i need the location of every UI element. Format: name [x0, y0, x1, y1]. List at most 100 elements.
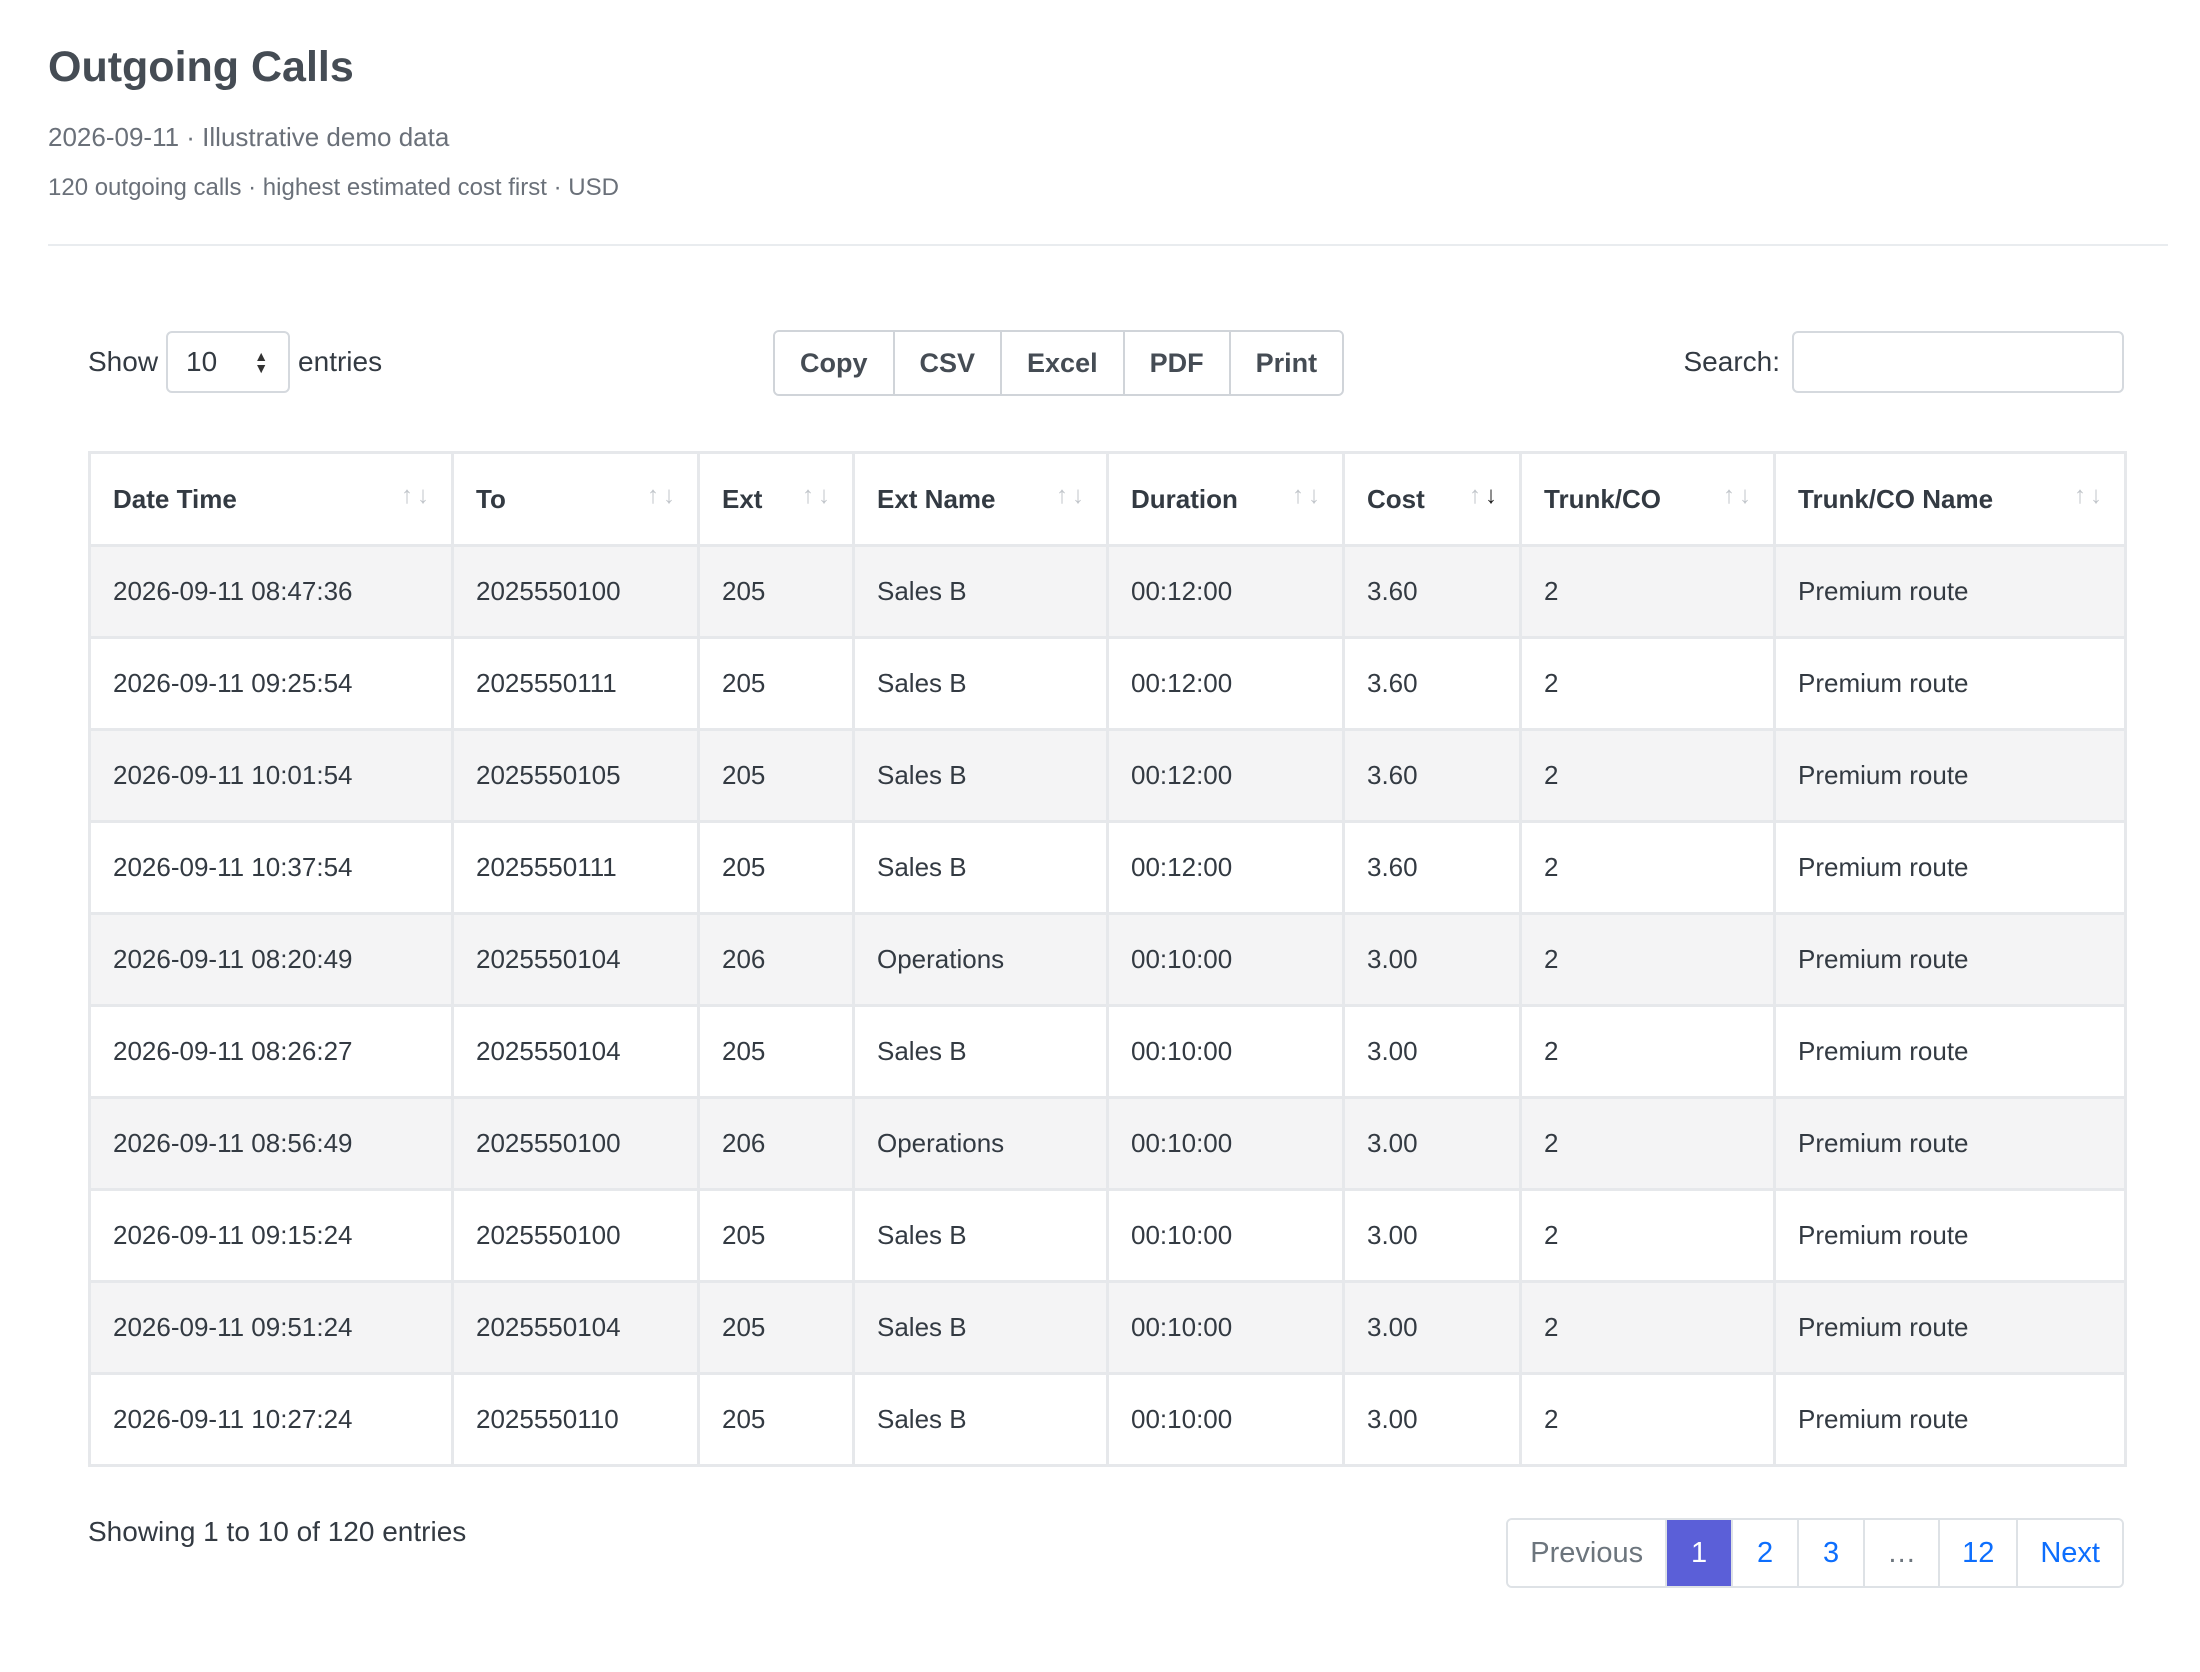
table-row[interactable]: 2026-09-11 08:47:36 2025550100 205 Sales B0… [88, 544, 2127, 639]
cell-ext-name: Sales B [852, 820, 1109, 915]
page-subtitle: 2026-09-11 · Illustrative demo data [48, 122, 450, 152]
excel-button[interactable]: Excel [1002, 332, 1125, 394]
cell-to: 2025550100 [451, 1096, 700, 1191]
page-button-3[interactable]: 3 [1799, 1520, 1866, 1586]
cell-ext: 205 [697, 728, 855, 823]
cell-to: 2025550111 [451, 636, 700, 731]
cell-date-time: 2026-09-11 08:26:27 [88, 1004, 454, 1099]
cell-date-time: 2026-09-11 09:25:54 [88, 636, 454, 731]
column-header-ext-name[interactable]: Ext Name ↑↓ [852, 451, 1109, 547]
copy-button[interactable]: Copy [775, 332, 895, 394]
column-header-trunk-co[interactable]: Trunk/CO ↑↓ [1519, 451, 1776, 547]
cell-trunk-co: 2 [1519, 1372, 1776, 1467]
table-body: 2026-09-11 08:47:36 2025550100 205 Sales B0… [88, 544, 2127, 1467]
cell-trunk-co-name: Premium route [1773, 1372, 2127, 1467]
cell-trunk-co-name: Premium route [1773, 912, 2127, 1007]
sort-desc-icon: ↑↓ [1469, 482, 1501, 509]
cell-trunk-co-name: Premium route [1773, 728, 2127, 823]
cell-ext: 205 [697, 1372, 855, 1467]
cell-trunk-co-name: Premium route [1773, 636, 2127, 731]
cell-date-time: 2026-09-11 09:15:24 [88, 1188, 454, 1283]
cell-date-time: 2026-09-11 09:51:24 [88, 1280, 454, 1375]
cell-to: 2025550104 [451, 1004, 700, 1099]
cell-to: 2025550111 [451, 820, 700, 915]
search-input[interactable] [1792, 331, 2124, 393]
page-button-1[interactable]: 1 [1667, 1520, 1734, 1586]
cell-ext-name: Sales B [852, 1004, 1109, 1099]
export-button-group: Copy CSV Excel PDF Print [773, 330, 1345, 396]
cell-duration: 00:10:00 [1106, 1280, 1345, 1375]
table-row[interactable]: 2026-09-11 10:27:24 2025550110 205 Sales B0… [88, 1372, 2127, 1467]
cell-ext: 206 [697, 1096, 855, 1191]
sort-icon: ↑↓ [647, 482, 679, 509]
sort-icon: ↑↓ [802, 482, 834, 509]
table-row[interactable]: 2026-09-11 08:20:49 2025550104 206 Operatio… [88, 912, 2127, 1007]
page-length-control: Show 10 ▲ ▼ entries [88, 330, 382, 394]
page-button-2[interactable]: 2 [1733, 1520, 1800, 1586]
cell-date-time: 2026-09-11 08:56:49 [88, 1096, 454, 1191]
table-row[interactable]: 2026-09-11 09:25:54 2025550111 205 Sales B0… [88, 636, 2127, 731]
cell-cost: 3.00 [1342, 1280, 1522, 1375]
cell-trunk-co-name: Premium route [1773, 544, 2127, 639]
page-length-select[interactable]: 10 ▲ ▼ [166, 331, 291, 393]
cell-trunk-co: 2 [1519, 912, 1776, 1007]
cell-ext: 205 [697, 544, 855, 639]
cell-duration: 00:12:00 [1106, 728, 1345, 823]
cell-cost: 3.60 [1342, 636, 1522, 731]
cell-cost: 3.00 [1342, 1188, 1522, 1283]
select-updown-icon: ▲ ▼ [254, 348, 269, 376]
sort-icon: ↑↓ [2074, 482, 2106, 509]
page-ellipsis: … [1865, 1520, 1941, 1586]
cell-cost: 3.00 [1342, 1372, 1522, 1467]
cell-date-time: 2026-09-11 08:47:36 [88, 544, 454, 639]
column-header-ext[interactable]: Ext ↑↓ [697, 451, 855, 547]
table-info: Showing 1 to 10 of 120 entries [88, 1516, 467, 1547]
column-header-date-time[interactable]: Date Time ↑↓ [88, 451, 454, 547]
cell-cost: 3.60 [1342, 544, 1522, 639]
column-header-duration[interactable]: Duration ↑↓ [1106, 451, 1345, 547]
cell-ext-name: Operations [852, 1096, 1109, 1191]
search-label: Search: [1683, 346, 1781, 377]
cell-cost: 3.00 [1342, 912, 1522, 1007]
cell-ext: 206 [697, 912, 855, 1007]
cell-trunk-co: 2 [1519, 1188, 1776, 1283]
page-button-12[interactable]: 12 [1940, 1520, 2019, 1586]
cell-ext: 205 [697, 1188, 855, 1283]
cell-duration: 00:10:00 [1106, 1096, 1345, 1191]
csv-button[interactable]: CSV [894, 332, 1003, 394]
cell-date-time: 2026-09-11 10:27:24 [88, 1372, 454, 1467]
column-header-cost[interactable]: Cost ↑↓ [1342, 451, 1522, 547]
cell-cost: 3.60 [1342, 728, 1522, 823]
cell-trunk-co: 2 [1519, 728, 1776, 823]
table-row[interactable]: 2026-09-11 08:26:27 2025550104 205 Sales B0… [88, 1004, 2127, 1099]
cell-ext-name: Sales B [852, 544, 1109, 639]
column-header-to[interactable]: To ↑↓ [451, 451, 700, 547]
sort-icon: ↑↓ [1056, 482, 1088, 509]
pdf-button[interactable]: PDF [1124, 332, 1231, 394]
cell-ext: 205 [697, 636, 855, 731]
pagination: Previous 1 2 3 … 12 Next [1506, 1518, 2124, 1588]
cell-trunk-co: 2 [1519, 1004, 1776, 1099]
cell-trunk-co-name: Premium route [1773, 820, 2127, 915]
cell-to: 2025550100 [451, 1188, 700, 1283]
table-row[interactable]: 2026-09-11 09:51:24 2025550104 205 Sales B0… [88, 1280, 2127, 1375]
table-row[interactable]: 2026-09-11 10:37:54 2025550111 205 Sales B0… [88, 820, 2127, 915]
search-control: Search: [1683, 330, 2124, 394]
cell-trunk-co-name: Premium route [1773, 1188, 2127, 1283]
page-length-value: 10 [186, 346, 218, 377]
table-row[interactable]: 2026-09-11 09:15:24 2025550100 205 Sales B0… [88, 1188, 2127, 1283]
table-row[interactable]: 2026-09-11 10:01:54 2025550105 205 Sales B0… [88, 728, 2127, 823]
cell-date-time: 2026-09-11 08:20:49 [88, 912, 454, 1007]
print-button[interactable]: Print [1230, 332, 1343, 394]
cell-to: 2025550104 [451, 1280, 700, 1375]
cell-to: 2025550100 [451, 544, 700, 639]
header-divider [48, 244, 2168, 246]
sort-icon: ↑↓ [1723, 482, 1755, 509]
cell-duration: 00:10:00 [1106, 1004, 1345, 1099]
cell-ext-name: Sales B [852, 1372, 1109, 1467]
column-header-trunk-co-name[interactable]: Trunk/CO Name ↑↓ [1773, 451, 2127, 547]
next-page-button[interactable]: Next [2018, 1520, 2122, 1586]
table-row[interactable]: 2026-09-11 08:56:49 2025550100 206 Operatio… [88, 1096, 2127, 1191]
previous-page-button[interactable]: Previous [1508, 1520, 1668, 1586]
cell-trunk-co-name: Premium route [1773, 1096, 2127, 1191]
